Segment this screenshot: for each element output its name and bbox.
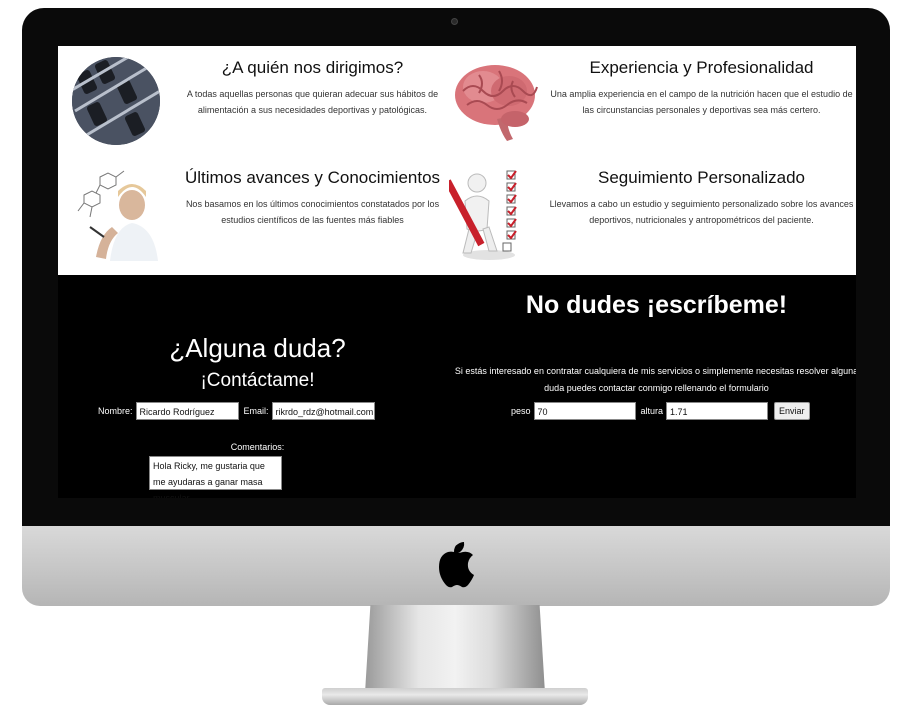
- feature-title: Seguimiento Personalizado: [598, 168, 805, 187]
- comments-label: Comentarios:: [230, 442, 285, 452]
- feature-experience: Experiencia y Profesionalidad Una amplia…: [455, 46, 856, 156]
- height-input[interactable]: 1.71: [666, 402, 769, 420]
- feature-title: ¿A quién nos dirigimos?: [221, 58, 404, 77]
- dumbbells-photo-icon: [70, 51, 162, 151]
- scientist-molecule-photo-icon: [70, 161, 162, 261]
- monitor-stand-base: [322, 688, 588, 705]
- feature-advances: Últimos avances y Conocimientos Nos basa…: [58, 156, 457, 266]
- contact-fields-row: Nombre: Ricardo Rodríguez Email: rikrdo_…: [98, 402, 375, 420]
- feature-target-audience: ¿A quién nos dirigimos? A todas aquellas…: [58, 46, 457, 156]
- weight-input[interactable]: 70: [533, 402, 636, 420]
- email-input[interactable]: rikrdo_rdz@hotmail.com: [271, 402, 375, 420]
- feature-title: Experiencia y Profesionalidad: [589, 58, 814, 77]
- apple-logo-icon: [437, 540, 477, 588]
- feature-text: Una amplia experiencia en el campo de la…: [550, 89, 853, 115]
- email-label: Email:: [243, 406, 269, 416]
- comments-textarea[interactable]: Hola Ricky, me gustaria que me ayudaras …: [149, 456, 282, 498]
- bmi-section: No dudes ¡escríbeme! Si estás interesado…: [455, 275, 856, 498]
- imac-mockup: ¿A quién nos dirigimos? A todas aquellas…: [0, 0, 907, 715]
- website-screen: ¿A quién nos dirigimos? A todas aquellas…: [58, 46, 856, 498]
- checklist-figure-photo-icon: [444, 161, 541, 261]
- bmi-heading: No dudes ¡escríbeme!: [525, 291, 788, 319]
- contact-subheading: ¡Contáctame!: [200, 370, 315, 391]
- monitor-stand: [365, 605, 545, 693]
- feature-text: Llevamos a cabo un estudio y seguimiento…: [549, 199, 854, 225]
- contact-heading: ¿Alguna duda?: [169, 333, 346, 363]
- feature-text: A todas aquellas personas que quieran ad…: [186, 89, 439, 115]
- feature-title: Últimos avances y Conocimientos: [184, 168, 441, 187]
- bmi-description: Si estás interesado en contratar cualqui…: [454, 366, 856, 393]
- name-input[interactable]: Ricardo Rodríguez: [135, 402, 239, 420]
- feature-followup: Seguimiento Personalizado Llevamos a cab…: [444, 156, 856, 266]
- feature-text: Nos basamos en los últimos conocimientos…: [185, 199, 440, 225]
- contact-section: ¿Alguna duda? ¡Contáctame! Nombre: Ricar…: [58, 275, 457, 498]
- weight-label: peso: [511, 406, 531, 416]
- name-label: Nombre:: [98, 406, 133, 416]
- height-label: altura: [640, 406, 664, 416]
- features-section: ¿A quién nos dirigimos? A todas aquellas…: [58, 46, 856, 275]
- brain-photo-icon: [449, 51, 541, 151]
- bmi-fields-row: peso 70 altura 1.71 Enviar: [511, 402, 810, 420]
- submit-button[interactable]: Enviar: [774, 402, 810, 420]
- camera-icon: [451, 18, 458, 25]
